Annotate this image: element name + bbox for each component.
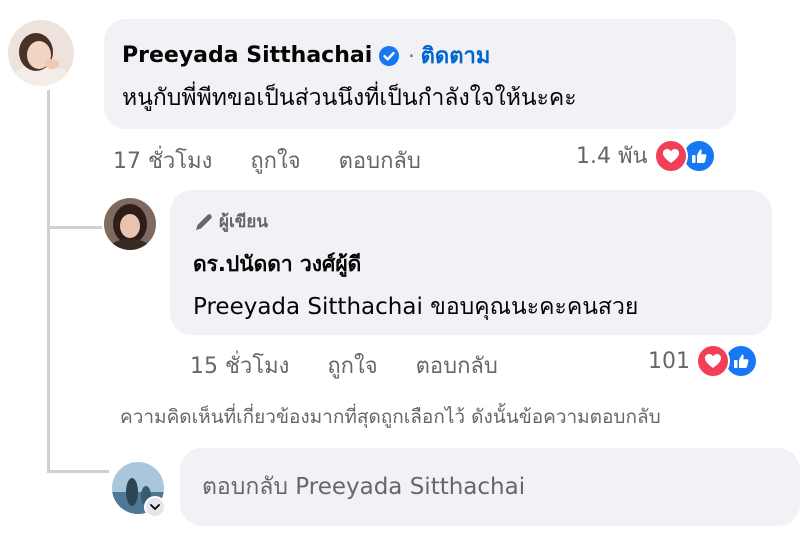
commenter-name[interactable]: Preeyada Sitthachai bbox=[122, 43, 372, 68]
reply-timestamp: 15 ชั่วโมง bbox=[190, 354, 290, 379]
author-badge: ผู้เขียน bbox=[193, 208, 268, 235]
reaction-count: 1.4 พัน bbox=[576, 144, 648, 169]
reply-action-link[interactable]: ตอบกลับ bbox=[339, 143, 421, 178]
top-comment-header: Preeyada Sitthachai · ติดตาม bbox=[122, 38, 490, 73]
reply-input[interactable] bbox=[180, 448, 800, 526]
love-icon bbox=[696, 344, 730, 378]
author-avatar[interactable] bbox=[104, 198, 156, 250]
love-icon bbox=[653, 138, 688, 173]
reply-input-container bbox=[180, 448, 800, 526]
separator-dot: · bbox=[408, 43, 415, 68]
reply-like-action-link[interactable]: ถูกใจ bbox=[327, 348, 377, 383]
author-badge-label: ผู้เขียน bbox=[219, 212, 268, 232]
comment-timestamp: 17 ชั่วโมง bbox=[113, 149, 213, 174]
top-comment-text: หนูกับพี่พีทขอเป็นส่วนนึงที่เป็นกำลังใจใ… bbox=[122, 85, 577, 111]
reply-author-name[interactable]: ดร.ปนัดดา วงศ์ผู้ดี bbox=[193, 248, 361, 281]
like-action-link[interactable]: ถูกใจ bbox=[250, 143, 300, 178]
thread-line-branch bbox=[47, 226, 102, 229]
reply-reply-action-link[interactable]: ตอบกลับ bbox=[416, 348, 498, 383]
top-comment-actions: 17 ชั่วโมง ถูกใจ ตอบกลับ bbox=[113, 143, 459, 178]
pen-icon bbox=[196, 213, 212, 230]
thread-line-vertical bbox=[47, 90, 50, 470]
reply-comment-actions: 15 ชั่วโมง ถูกใจ ตอบกลับ bbox=[190, 348, 536, 383]
verified-badge-icon bbox=[378, 45, 400, 67]
top-comment-reactions[interactable]: 1.4 พัน bbox=[576, 138, 716, 173]
commenter-avatar[interactable] bbox=[8, 20, 74, 86]
reply-reaction-count: 101 bbox=[648, 348, 690, 374]
follow-link[interactable]: ติดตาม bbox=[421, 38, 491, 73]
thread-line-branch-input bbox=[47, 470, 109, 473]
chevron-down-icon[interactable] bbox=[144, 496, 166, 518]
reply-reactions[interactable]: 101 bbox=[648, 344, 758, 378]
reply-comment-text: Preeyada Sitthachai ขอบคุณนะคะคนสวย bbox=[193, 294, 639, 320]
most-relevant-notice: ความคิดเห็นที่เกี่ยวข้องมากที่สุดถูกเลือ… bbox=[120, 406, 661, 428]
